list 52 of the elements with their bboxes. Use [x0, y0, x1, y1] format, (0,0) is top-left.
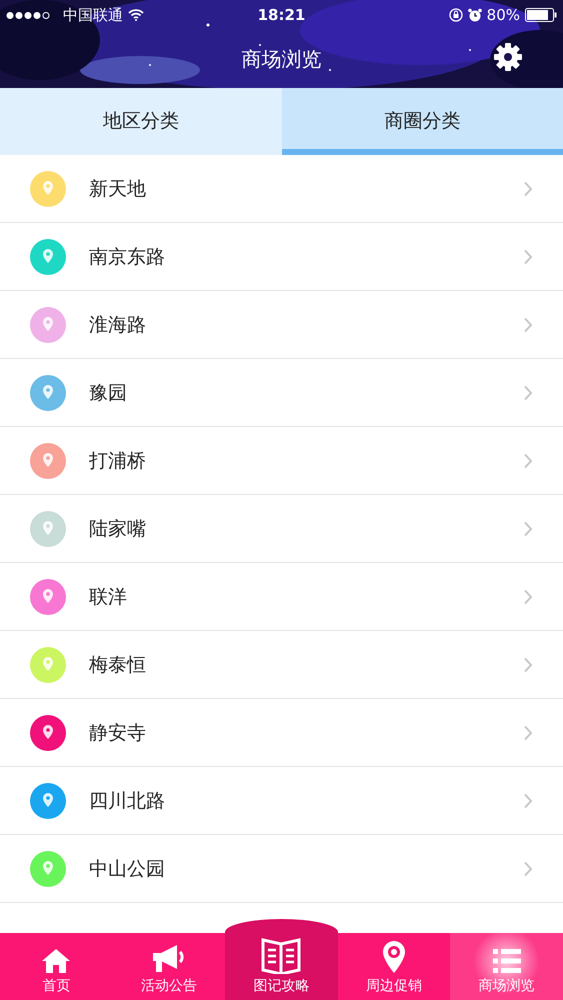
list-item[interactable]: 打浦桥 — [0, 427, 563, 495]
chevron-icon — [523, 724, 533, 740]
tab[interactable]: 地区分类 — [0, 88, 282, 155]
item-label: 梅泰恒 — [89, 652, 147, 678]
list-item[interactable]: 陆家嘴 — [0, 495, 563, 563]
chevron-icon — [523, 656, 533, 672]
item-label: 豫园 — [89, 380, 128, 406]
tab[interactable]: 商圈分类 — [282, 88, 563, 155]
nav-tab[interactable]: 周边促销 — [338, 933, 450, 1000]
battery-percent: 80% — [486, 6, 520, 24]
chevron-icon — [523, 384, 533, 400]
wifi-icon — [128, 9, 144, 21]
book-icon — [261, 936, 302, 974]
list-item[interactable]: 新天地 — [0, 155, 563, 223]
item-label: 联洋 — [89, 584, 128, 610]
chevron-icon — [523, 180, 533, 196]
chevron-icon — [523, 316, 533, 332]
carrier: 中国联通 — [63, 6, 123, 24]
nav-tab[interactable]: 图记攻略 — [225, 919, 338, 1000]
chevron-icon — [523, 860, 533, 876]
rotation-lock-icon — [448, 8, 463, 22]
battery-icon — [525, 8, 557, 22]
item-label: 新天地 — [89, 176, 147, 202]
item-label: 四川北路 — [89, 788, 166, 814]
page-title: 商场浏览 — [242, 46, 322, 72]
list-item[interactable]: 南京东路 — [0, 223, 563, 291]
item-label: 静安寺 — [89, 720, 147, 746]
chevron-icon — [523, 792, 533, 808]
chevron-icon — [523, 248, 533, 264]
list-item[interactable]: 梅泰恒 — [0, 631, 563, 699]
item-label: 陆家嘴 — [89, 516, 147, 542]
list-item[interactable]: 四川北路 — [0, 767, 563, 835]
clock: 18:21 — [258, 6, 306, 24]
list-item[interactable]: 中山公园 — [0, 835, 563, 903]
chevron-icon — [523, 588, 533, 604]
nav-tab[interactable]: 首页 — [0, 933, 113, 1000]
item-label: 淮海路 — [89, 312, 147, 338]
item-label: 打浦桥 — [89, 448, 147, 474]
chevron-icon — [523, 452, 533, 468]
settings-icon[interactable] — [493, 42, 523, 72]
list-item[interactable]: 静安寺 — [0, 699, 563, 767]
list-item[interactable]: 豫园 — [0, 359, 563, 427]
list-item[interactable]: 联洋 — [0, 563, 563, 631]
home-icon — [41, 948, 72, 974]
nav-tab[interactable]: 活动公告 — [112, 933, 226, 1000]
item-label: 南京东路 — [89, 244, 166, 270]
chevron-icon — [523, 520, 533, 536]
list-item[interactable]: 淮海路 — [0, 291, 563, 359]
alarm-icon — [468, 8, 482, 22]
location-pin-icon — [382, 940, 406, 974]
list-icon — [492, 948, 521, 974]
item-label: 中山公园 — [89, 856, 166, 882]
